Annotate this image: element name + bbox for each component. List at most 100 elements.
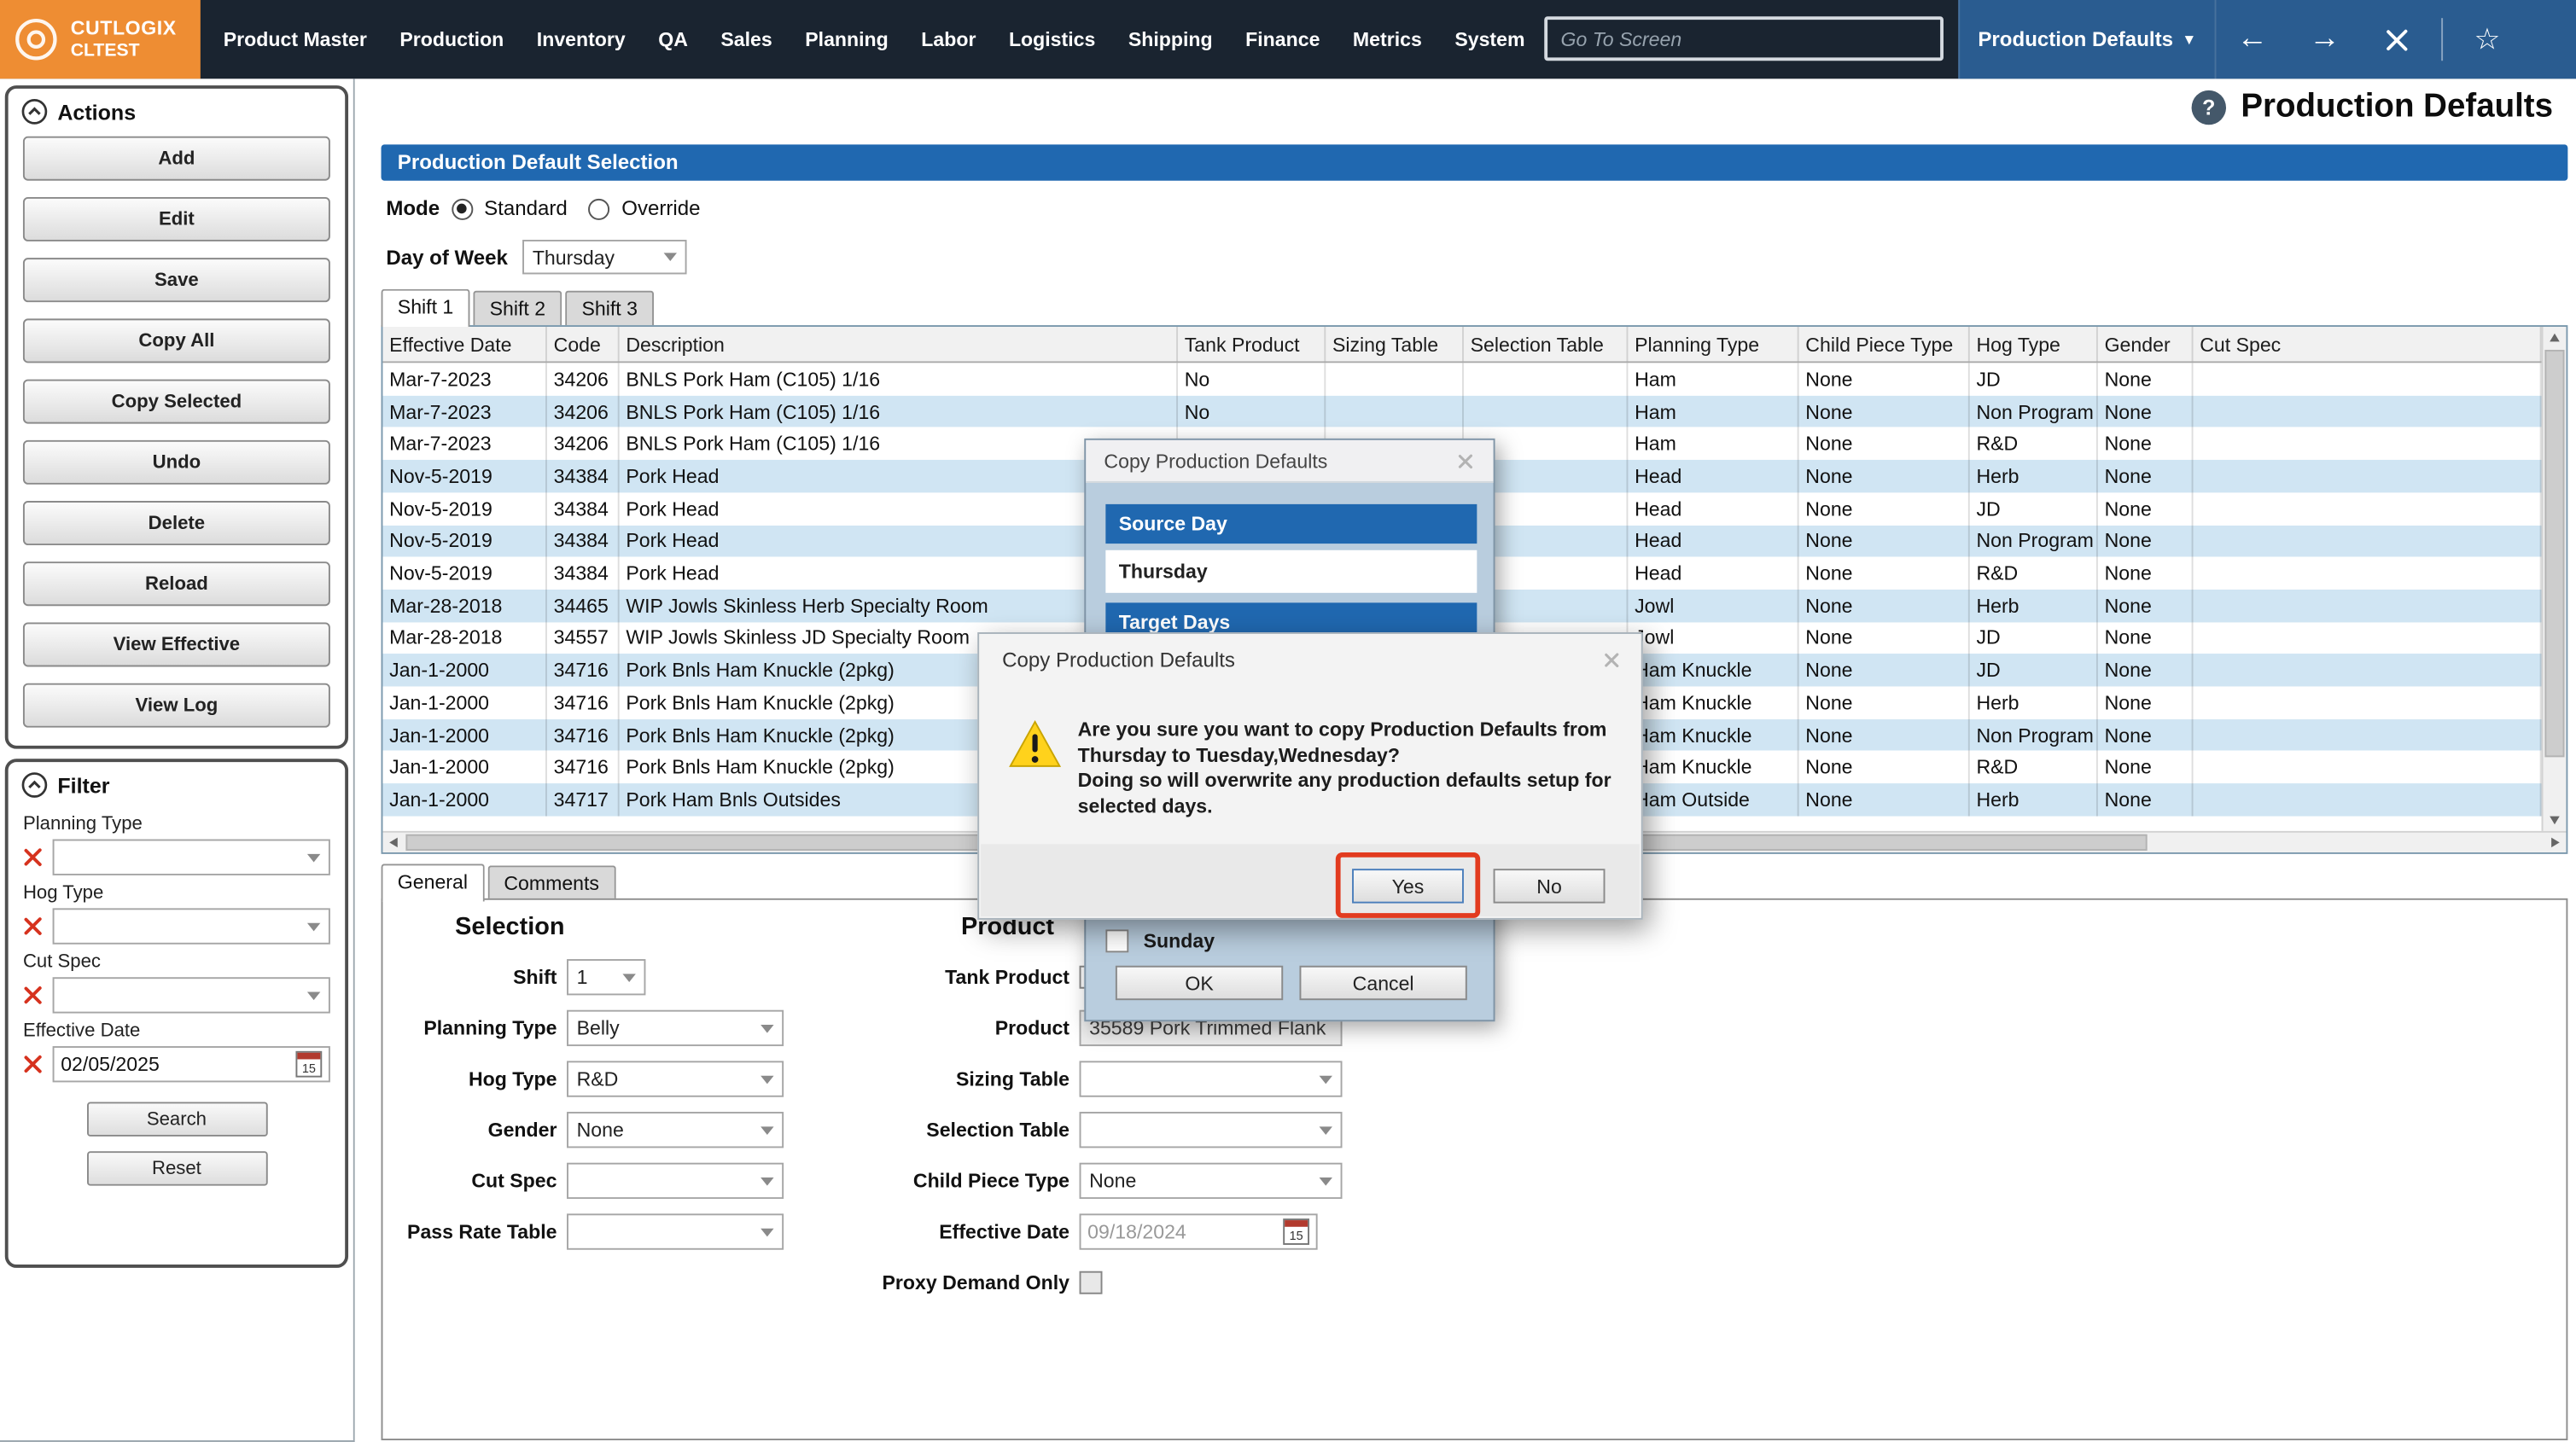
column-header-code[interactable]: Code (547, 327, 620, 361)
menu-item-production[interactable]: Production (383, 0, 520, 78)
logo-icon (13, 16, 59, 62)
sunday-checkbox[interactable] (1105, 929, 1128, 952)
column-header-sizing-table[interactable]: Sizing Table (1326, 327, 1464, 361)
column-header-cut-spec[interactable]: Cut Spec (2194, 327, 2542, 361)
tab-shift-3[interactable]: Shift 3 (565, 291, 654, 325)
yes-button[interactable]: Yes (1352, 869, 1464, 903)
clear-filter-icon[interactable] (23, 1055, 43, 1074)
day-of-week-select[interactable]: Thursday (522, 240, 686, 274)
app-logo[interactable]: CUTLOGIX CLTEST (0, 0, 201, 78)
target-day-sunday: Sunday (1105, 925, 1477, 957)
back-button[interactable]: ← (2216, 0, 2288, 78)
scroll-right-button[interactable] (2544, 833, 2566, 852)
menu-item-labor[interactable]: Labor (905, 0, 993, 78)
filter-planning-type-select[interactable] (53, 840, 330, 875)
column-header-hog-type[interactable]: Hog Type (1970, 327, 2098, 361)
source-day-item[interactable]: Thursday (1105, 550, 1477, 593)
dialog-titlebar[interactable]: Copy Production Defaults (1086, 440, 1493, 483)
hog-type-select[interactable]: R&D (567, 1061, 784, 1096)
reset-button[interactable]: Reset (86, 1151, 267, 1185)
go-to-screen-input[interactable] (1544, 16, 1944, 61)
close-screen-button[interactable] (2361, 0, 2433, 78)
shift-select[interactable]: 1 (567, 959, 645, 995)
child-piece-type-label: Child Piece Type (826, 1169, 1069, 1192)
menu-item-sales[interactable]: Sales (704, 0, 789, 78)
radio-override-label: Override (621, 197, 700, 220)
tab-general[interactable]: General (382, 863, 485, 901)
favorite-button[interactable]: ☆ (2451, 0, 2524, 78)
column-header-description[interactable]: Description (620, 327, 1178, 361)
radio-override[interactable] (589, 198, 610, 219)
filter-field-planning-type: Planning Type (9, 806, 346, 875)
clear-filter-icon[interactable] (23, 847, 43, 867)
tab-comments[interactable]: Comments (487, 865, 615, 899)
sizing-table-select[interactable] (1080, 1061, 1343, 1096)
menu-item-metrics[interactable]: Metrics (1337, 0, 1438, 78)
action-add-button[interactable]: Add (23, 137, 330, 181)
effective-date-input[interactable]: 09/18/2024 15 (1080, 1213, 1318, 1249)
gender-select[interactable]: None (567, 1112, 784, 1148)
vertical-scrollbar[interactable] (2542, 327, 2567, 831)
action-view-log-button[interactable]: View Log (23, 683, 330, 728)
hog-type-value: R&D (577, 1067, 619, 1090)
action-delete-button[interactable]: Delete (23, 501, 330, 545)
menu-item-product-master[interactable]: Product Master (207, 0, 384, 78)
planning-type-select[interactable]: Belly (567, 1010, 784, 1046)
calendar-icon[interactable]: 15 (1283, 1218, 1309, 1245)
column-header-planning-type[interactable]: Planning Type (1628, 327, 1798, 361)
clear-filter-icon[interactable] (23, 916, 43, 936)
action-copy-all-button[interactable]: Copy All (23, 318, 330, 363)
search-button[interactable]: Search (86, 1102, 267, 1137)
child-piece-type-select[interactable]: None (1080, 1163, 1343, 1199)
application-window: CUTLOGIX CLTEST Product MasterProduction… (0, 0, 2576, 1442)
menu-item-logistics[interactable]: Logistics (993, 0, 1112, 78)
column-header-effective-date[interactable]: Effective Date (382, 327, 546, 361)
filter-effective-date-input[interactable]: 02/05/2025 15 (53, 1046, 330, 1082)
action-edit-button[interactable]: Edit (23, 197, 330, 241)
forward-button[interactable]: → (2288, 0, 2361, 78)
scroll-left-button[interactable] (382, 833, 404, 852)
no-button[interactable]: No (1494, 869, 1606, 903)
cut-spec-select[interactable] (567, 1163, 784, 1199)
menu-item-qa[interactable]: QA (642, 0, 704, 78)
cancel-button[interactable]: Cancel (1299, 966, 1466, 1000)
help-icon[interactable]: ? (2192, 90, 2226, 125)
proxy-demand-only-checkbox[interactable] (1080, 1271, 1103, 1294)
radio-standard[interactable] (452, 198, 473, 219)
action-copy-selected-button[interactable]: Copy Selected (23, 380, 330, 424)
scroll-up-button[interactable] (2543, 327, 2566, 348)
action-reload-button[interactable]: Reload (23, 561, 330, 606)
column-header-selection-table[interactable]: Selection Table (1464, 327, 1628, 361)
calendar-icon[interactable]: 15 (295, 1051, 322, 1078)
scroll-down-button[interactable] (2543, 810, 2566, 831)
action-undo-button[interactable]: Undo (23, 440, 330, 485)
chevron-down-icon (761, 1125, 773, 1134)
filter-cut-spec-select[interactable] (53, 977, 330, 1013)
pass-rate-table-select[interactable] (567, 1213, 784, 1249)
clear-filter-icon[interactable] (23, 986, 43, 1005)
menu-item-finance[interactable]: Finance (1229, 0, 1337, 78)
vertical-scroll-thumb[interactable] (2544, 350, 2564, 757)
close-icon[interactable] (1604, 653, 1619, 668)
menu-item-planning[interactable]: Planning (789, 0, 905, 78)
action-save-button[interactable]: Save (23, 258, 330, 302)
tab-shift-2[interactable]: Shift 2 (473, 291, 562, 325)
menu-item-shipping[interactable]: Shipping (1112, 0, 1229, 78)
table-row[interactable]: Mar-7-202334206BNLS Pork Ham (C105) 1/16… (382, 395, 2541, 427)
menu-item-system[interactable]: System (1438, 0, 1542, 78)
tab-shift-1[interactable]: Shift 1 (382, 289, 470, 327)
selection-table-select[interactable] (1080, 1112, 1343, 1148)
column-header-gender[interactable]: Gender (2098, 327, 2194, 361)
action-view-effective-button[interactable]: View Effective (23, 622, 330, 666)
filter-hog-type-select[interactable] (53, 908, 330, 944)
filter-panel-header[interactable]: Filter (9, 762, 346, 806)
column-header-tank-product[interactable]: Tank Product (1178, 327, 1326, 361)
table-row[interactable]: Mar-7-202334206BNLS Pork Ham (C105) 1/16… (382, 363, 2541, 395)
screen-selector-dropdown[interactable]: Production Defaults ▼ (1958, 0, 2214, 78)
ok-button[interactable]: OK (1116, 966, 1283, 1000)
close-icon[interactable] (1458, 453, 1473, 468)
menu-item-inventory[interactable]: Inventory (521, 0, 642, 78)
filter-effective-date-value: 02/05/2025 (61, 1053, 160, 1076)
actions-panel-header[interactable]: Actions (9, 89, 346, 133)
column-header-child-piece-type[interactable]: Child Piece Type (1799, 327, 1970, 361)
